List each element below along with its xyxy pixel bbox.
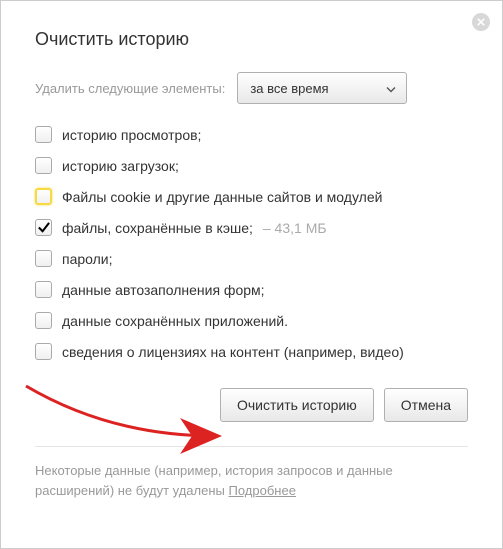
footer-text: Некоторые данные (например, история запр… (35, 463, 393, 498)
option-checkbox[interactable] (35, 312, 52, 329)
option-label: файлы, сохранённые в кэше; (62, 220, 253, 236)
option-row: историю просмотров; (35, 126, 468, 143)
time-range-label: Удалить следующие элементы: (35, 81, 225, 96)
time-range-value: за все время (250, 81, 328, 96)
footer-note: Некоторые данные (например, история запр… (35, 446, 468, 500)
dialog-title: Очистить историю (35, 29, 468, 50)
option-label: данные сохранённых приложений. (62, 313, 288, 329)
option-row: данные автозаполнения форм; (35, 281, 468, 298)
option-label: пароли; (62, 251, 113, 267)
option-label: Файлы cookie и другие данные сайтов и мо… (62, 189, 382, 205)
footer-learn-more-link[interactable]: Подробнее (229, 483, 296, 498)
option-label: данные автозаполнения форм; (62, 282, 265, 298)
button-row: Очистить историю Отмена (35, 388, 468, 422)
chevron-down-icon (386, 81, 396, 96)
option-row: Файлы cookie и другие данные сайтов и мо… (35, 188, 468, 205)
option-label: историю просмотров; (62, 127, 201, 143)
option-checkbox[interactable] (35, 250, 52, 267)
option-checkbox[interactable] (35, 126, 52, 143)
option-extra: – 43,1 МБ (263, 220, 327, 236)
time-range-select[interactable]: за все время (237, 72, 407, 104)
option-row: файлы, сохранённые в кэше; – 43,1 МБ (35, 219, 468, 236)
dialog-container: Очистить историю Удалить следующие элеме… (1, 1, 502, 512)
option-label: сведения о лицензиях на контент (наприме… (62, 344, 404, 360)
option-row: историю загрузок; (35, 157, 468, 174)
option-row: пароли; (35, 250, 468, 267)
options-list: историю просмотров; историю загрузок; Файл… (35, 126, 468, 360)
option-label: историю загрузок; (62, 158, 179, 174)
option-row: сведения о лицензиях на контент (наприме… (35, 343, 468, 360)
time-range-row: Удалить следующие элементы: за все время (35, 72, 468, 104)
option-checkbox[interactable] (35, 188, 52, 205)
option-checkbox[interactable] (35, 281, 52, 298)
option-checkbox[interactable] (35, 343, 52, 360)
option-checkbox[interactable] (35, 157, 52, 174)
option-row: данные сохранённых приложений. (35, 312, 468, 329)
option-checkbox[interactable] (35, 219, 52, 236)
clear-history-button[interactable]: Очистить историю (220, 388, 374, 422)
cancel-button[interactable]: Отмена (384, 388, 468, 422)
